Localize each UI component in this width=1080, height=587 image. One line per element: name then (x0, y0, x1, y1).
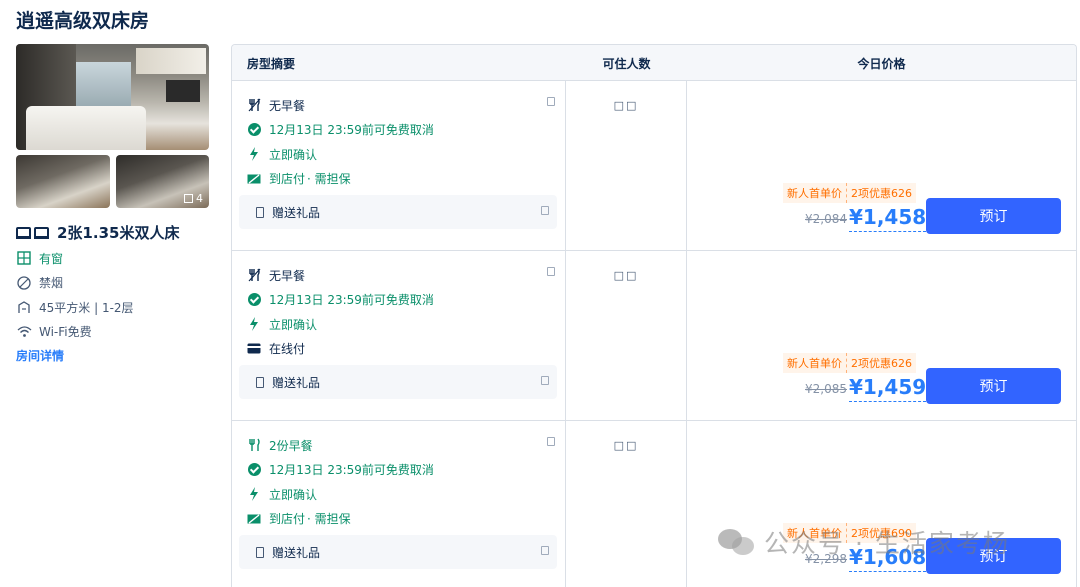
bed-type-label: 2张1.35米双人床 (57, 224, 180, 242)
new-user-tag: 新人首单价 (783, 183, 847, 203)
facility-window: 有窗 (16, 246, 134, 271)
gift-icon (256, 206, 264, 218)
instant-confirm: 立即确认 (247, 142, 557, 167)
room-detail-link[interactable]: 房间详情 (16, 347, 64, 364)
gift-info[interactable]: 赠送礼品 (239, 535, 557, 569)
discount-tag: 2项优惠626 (847, 353, 916, 373)
info-icon[interactable] (547, 97, 555, 106)
room-main-photo[interactable] (16, 44, 209, 150)
pay-at-hotel-icon (247, 172, 261, 186)
occupancy: □□ (566, 251, 687, 420)
gift-icon (256, 546, 264, 558)
payment-method: 到店付 · 需担保 (247, 167, 557, 192)
room-facilities: 有窗 禁烟 45平方米 | 1-2层 Wi-Fi免费 (16, 246, 134, 344)
no-breakfast-icon (247, 98, 261, 112)
lightning-icon (247, 147, 261, 162)
check-circle-icon (247, 293, 261, 307)
no-smoking-icon (16, 275, 32, 291)
bed-icon (16, 226, 50, 239)
room-title: 逍遥高级双床房 (16, 10, 150, 32)
facility-wifi: Wi-Fi免费 (16, 320, 134, 345)
instant-confirm: 立即确认 (247, 482, 557, 507)
rate-row: 2份早餐 12月13日 23:59前可免费取消 立即确认 到店付 · 需担保 赠送… (232, 420, 1076, 587)
promo-tags[interactable]: 新人首单价 2项优惠626 (783, 353, 916, 373)
pay-at-hotel-icon (247, 512, 261, 526)
watermark-text: 公众号 · 生活家考杨 (764, 529, 1010, 558)
meal-info: 无早餐 (247, 263, 557, 288)
payment-method: 到店付 · 需担保 (247, 507, 557, 532)
rate-row: 无早餐 12月13日 23:59前可免费取消 立即确认 到店付 · 需担保 赠送礼… (232, 80, 1076, 250)
original-price: ¥2,084 (805, 212, 847, 226)
new-user-tag: 新人首单价 (783, 353, 847, 373)
header-occupancy: 可住人数 (602, 56, 651, 71)
breakfast-icon (247, 438, 261, 452)
discount-tag: 2项优惠626 (847, 183, 916, 203)
wechat-icon (718, 527, 756, 557)
info-icon[interactable] (547, 437, 555, 446)
bed-type: 2张1.35米双人床 (16, 222, 179, 243)
promo-tags[interactable]: 新人首单价 2项优惠626 (783, 183, 916, 203)
meal-info: 2份早餐 (247, 433, 557, 458)
meal-info: 无早餐 (247, 93, 557, 118)
gift-icon (256, 376, 264, 388)
cancel-policy[interactable]: 12月13日 23:59前可免费取消 (247, 458, 557, 483)
rate-table-header: 房型摘要 可住人数 今日价格 (232, 45, 1076, 81)
header-summary: 房型摘要 (247, 56, 296, 71)
cancel-policy[interactable]: 12月13日 23:59前可免费取消 (247, 118, 557, 143)
facility-area-floor: 45平方米 | 1-2层 (16, 295, 134, 320)
facility-smoking: 禁烟 (16, 271, 134, 296)
book-button[interactable]: 预订 (926, 198, 1061, 234)
room-thumbnail-more[interactable]: 4 (115, 155, 209, 208)
info-icon[interactable] (541, 206, 549, 215)
lightning-icon (247, 317, 261, 332)
rate-table: 房型摘要 可住人数 今日价格 无早餐 12月13日 23:59前可免费取消 立即… (231, 44, 1077, 587)
info-icon[interactable] (547, 267, 555, 276)
watermark: 公众号 · 生活家考杨 (718, 524, 1010, 560)
original-price: ¥2,085 (805, 382, 847, 396)
lightning-icon (247, 487, 261, 502)
credit-card-icon (247, 342, 261, 356)
window-icon (16, 250, 32, 266)
cancel-policy[interactable]: 12月13日 23:59前可免费取消 (247, 288, 557, 313)
instant-confirm: 立即确认 (247, 312, 557, 337)
header-price: 今日价格 (857, 56, 906, 71)
check-circle-icon (247, 123, 261, 137)
room-gallery[interactable]: 4 (16, 44, 209, 208)
rate-row: 无早餐 12月13日 23:59前可免费取消 立即确认 在线付 赠送礼品 □□ (232, 250, 1076, 420)
book-button[interactable]: 预订 (926, 368, 1061, 404)
info-icon[interactable] (541, 376, 549, 385)
photo-count: 4 (196, 192, 203, 205)
info-icon[interactable] (541, 546, 549, 555)
gift-info[interactable]: 赠送礼品 (239, 195, 557, 229)
photo-icon (184, 194, 193, 203)
room-thumbnail[interactable] (16, 155, 110, 208)
occupancy: □□ (566, 81, 687, 250)
payment-method: 在线付 (247, 337, 557, 362)
occupancy: □□ (566, 421, 687, 587)
current-price[interactable]: ¥1,459 (849, 373, 927, 402)
area-icon (16, 299, 32, 315)
no-breakfast-icon (247, 268, 261, 282)
current-price[interactable]: ¥1,458 (849, 203, 927, 232)
wifi-icon (16, 324, 32, 340)
gift-info[interactable]: 赠送礼品 (239, 365, 557, 399)
check-circle-icon (247, 463, 261, 477)
